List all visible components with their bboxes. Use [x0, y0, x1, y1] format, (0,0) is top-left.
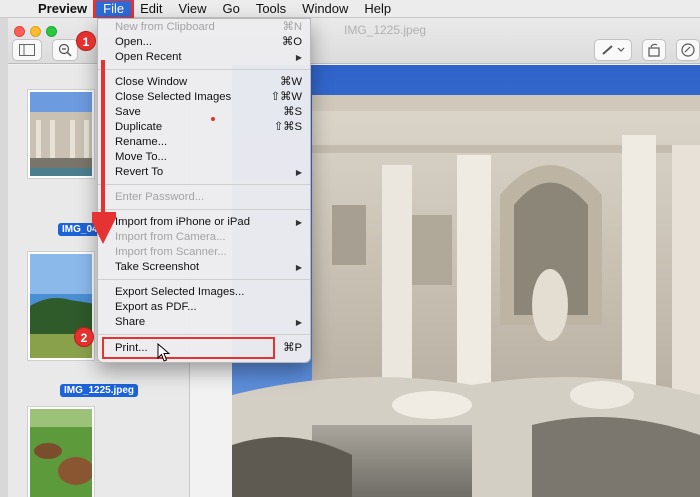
menu-item-import-from-iphone[interactable]: Import from iPhone or iPad ▶: [98, 215, 310, 230]
sidebar-toggle-button[interactable]: [12, 39, 42, 61]
thumbnail-image[interactable]: [28, 407, 94, 497]
markup-toolbar-button[interactable]: [676, 39, 700, 61]
menu-item-label: Export as PDF...: [115, 301, 197, 313]
red-arrow-icon: [92, 60, 116, 244]
print-highlight-box: [102, 337, 275, 359]
menu-item-new-from-clipboard: New from Clipboard ⌘N: [98, 20, 310, 35]
menu-item-enter-password: Enter Password...: [98, 190, 310, 205]
shortcut-label: ⌘P: [283, 342, 302, 354]
submenu-arrow-icon: ▶: [295, 318, 302, 327]
menu-separator: [98, 209, 310, 210]
menu-item-label: Enter Password...: [115, 191, 205, 203]
submenu-arrow-icon: ▶: [295, 263, 302, 272]
submenu-arrow-icon: ▶: [295, 218, 302, 227]
sidebar-icon: [19, 44, 35, 56]
menu-item-label: Open Recent: [115, 51, 182, 63]
menu-item-rename[interactable]: Rename...: [98, 135, 310, 150]
menu-item-move-to[interactable]: Move To...: [98, 150, 310, 165]
menubar-edit[interactable]: Edit: [132, 0, 170, 18]
thumbnail-image[interactable]: [28, 90, 94, 178]
menubar-file[interactable]: File: [93, 0, 135, 20]
menu-item-label: Import from iPhone or iPad: [115, 216, 250, 228]
menu-item-export-as-pdf[interactable]: Export as PDF...: [98, 300, 310, 315]
document-title: IMG_1225.jpeg: [344, 23, 427, 37]
menu-item-import-from-scanner: Import from Scanner...: [98, 245, 310, 260]
menu-item-open[interactable]: Open... ⌘O: [98, 35, 310, 50]
thumbnail-label[interactable]: IMG_1225.jpeg: [60, 384, 139, 397]
menu-item-duplicate[interactable]: Duplicate ⇧⌘S: [98, 120, 310, 135]
menu-item-label: Revert To: [115, 166, 164, 178]
menu-item-label: Close Window: [115, 76, 188, 88]
menu-item-label: New from Clipboard: [115, 21, 215, 33]
markup-icon: [681, 43, 695, 57]
menu-item-label: Import from Scanner...: [115, 246, 227, 258]
menu-item-save[interactable]: Save ⌘S: [98, 105, 310, 120]
menu-item-label: Move To...: [115, 151, 167, 163]
zoom-out-icon: [58, 43, 72, 57]
menu-item-import-from-camera: Import from Camera...: [98, 230, 310, 245]
menu-item-open-recent[interactable]: Open Recent ▶: [98, 50, 310, 65]
pointer-cursor-icon: [157, 343, 171, 362]
shortcut-label: ⇧⌘W: [270, 91, 302, 103]
shortcut-label: ⌘S: [283, 106, 302, 118]
zoom-out-button[interactable]: [52, 39, 78, 61]
menubar-window[interactable]: Window: [294, 0, 356, 18]
menu-separator: [98, 69, 310, 70]
menu-item-take-screenshot[interactable]: Take Screenshot ▶: [98, 260, 310, 275]
markup-button[interactable]: [594, 39, 632, 61]
menu-item-label: Import from Camera...: [115, 231, 226, 243]
menubar-app-name[interactable]: Preview: [34, 0, 95, 18]
menu-item-close-window[interactable]: Close Window ⌘W: [98, 75, 310, 90]
minimize-window-button[interactable]: [30, 26, 41, 37]
shortcut-label: ⌘O: [281, 36, 302, 48]
menubar-go[interactable]: Go: [214, 0, 247, 18]
pen-icon: [602, 45, 625, 55]
cattle-thumbnail: [30, 409, 92, 497]
rotate-icon: [648, 43, 660, 57]
menubar-help[interactable]: Help: [356, 0, 399, 18]
file-menu: New from Clipboard ⌘N Open... ⌘O Open Re…: [97, 18, 311, 363]
menu-item-label: Duplicate: [115, 121, 163, 133]
submenu-arrow-icon: ▶: [295, 168, 302, 177]
menu-item-share[interactable]: Share ▶: [98, 315, 310, 330]
menubar: Preview File Edit View Go Tools Window H…: [0, 0, 700, 20]
menu-item-label: Rename...: [115, 136, 168, 148]
menu-separator: [98, 184, 310, 185]
menu-item-label: Take Screenshot: [115, 261, 200, 273]
menu-item-label: Close Selected Images: [115, 91, 232, 103]
menu-item-export-selected-images[interactable]: Export Selected Images...: [98, 285, 310, 300]
zoom-window-button[interactable]: [46, 26, 57, 37]
menu-item-label: Save: [115, 106, 141, 118]
red-dot: [211, 117, 215, 121]
shortcut-label: ⇧⌘S: [273, 121, 302, 133]
shortcut-label: ⌘W: [280, 76, 302, 88]
step-2-badge: 2: [74, 327, 94, 347]
shortcut-label: ⌘N: [282, 21, 302, 33]
menubar-view[interactable]: View: [171, 0, 215, 18]
step-1-badge: 1: [76, 31, 96, 51]
submenu-arrow-icon: ▶: [295, 53, 302, 62]
menu-separator: [98, 279, 310, 280]
menubar-tools[interactable]: Tools: [248, 0, 294, 18]
fountain-thumbnail: [30, 92, 92, 176]
rotate-button[interactable]: [642, 39, 666, 61]
menu-item-label: Share: [115, 316, 146, 328]
menu-item-label: Open...: [115, 36, 153, 48]
menu-separator: [98, 334, 310, 335]
menu-item-label: Export Selected Images...: [115, 286, 245, 298]
close-window-button[interactable]: [14, 26, 25, 37]
menu-item-close-selected-images[interactable]: Close Selected Images ⇧⌘W: [98, 90, 310, 105]
menu-item-revert-to[interactable]: Revert To ▶: [98, 165, 310, 180]
